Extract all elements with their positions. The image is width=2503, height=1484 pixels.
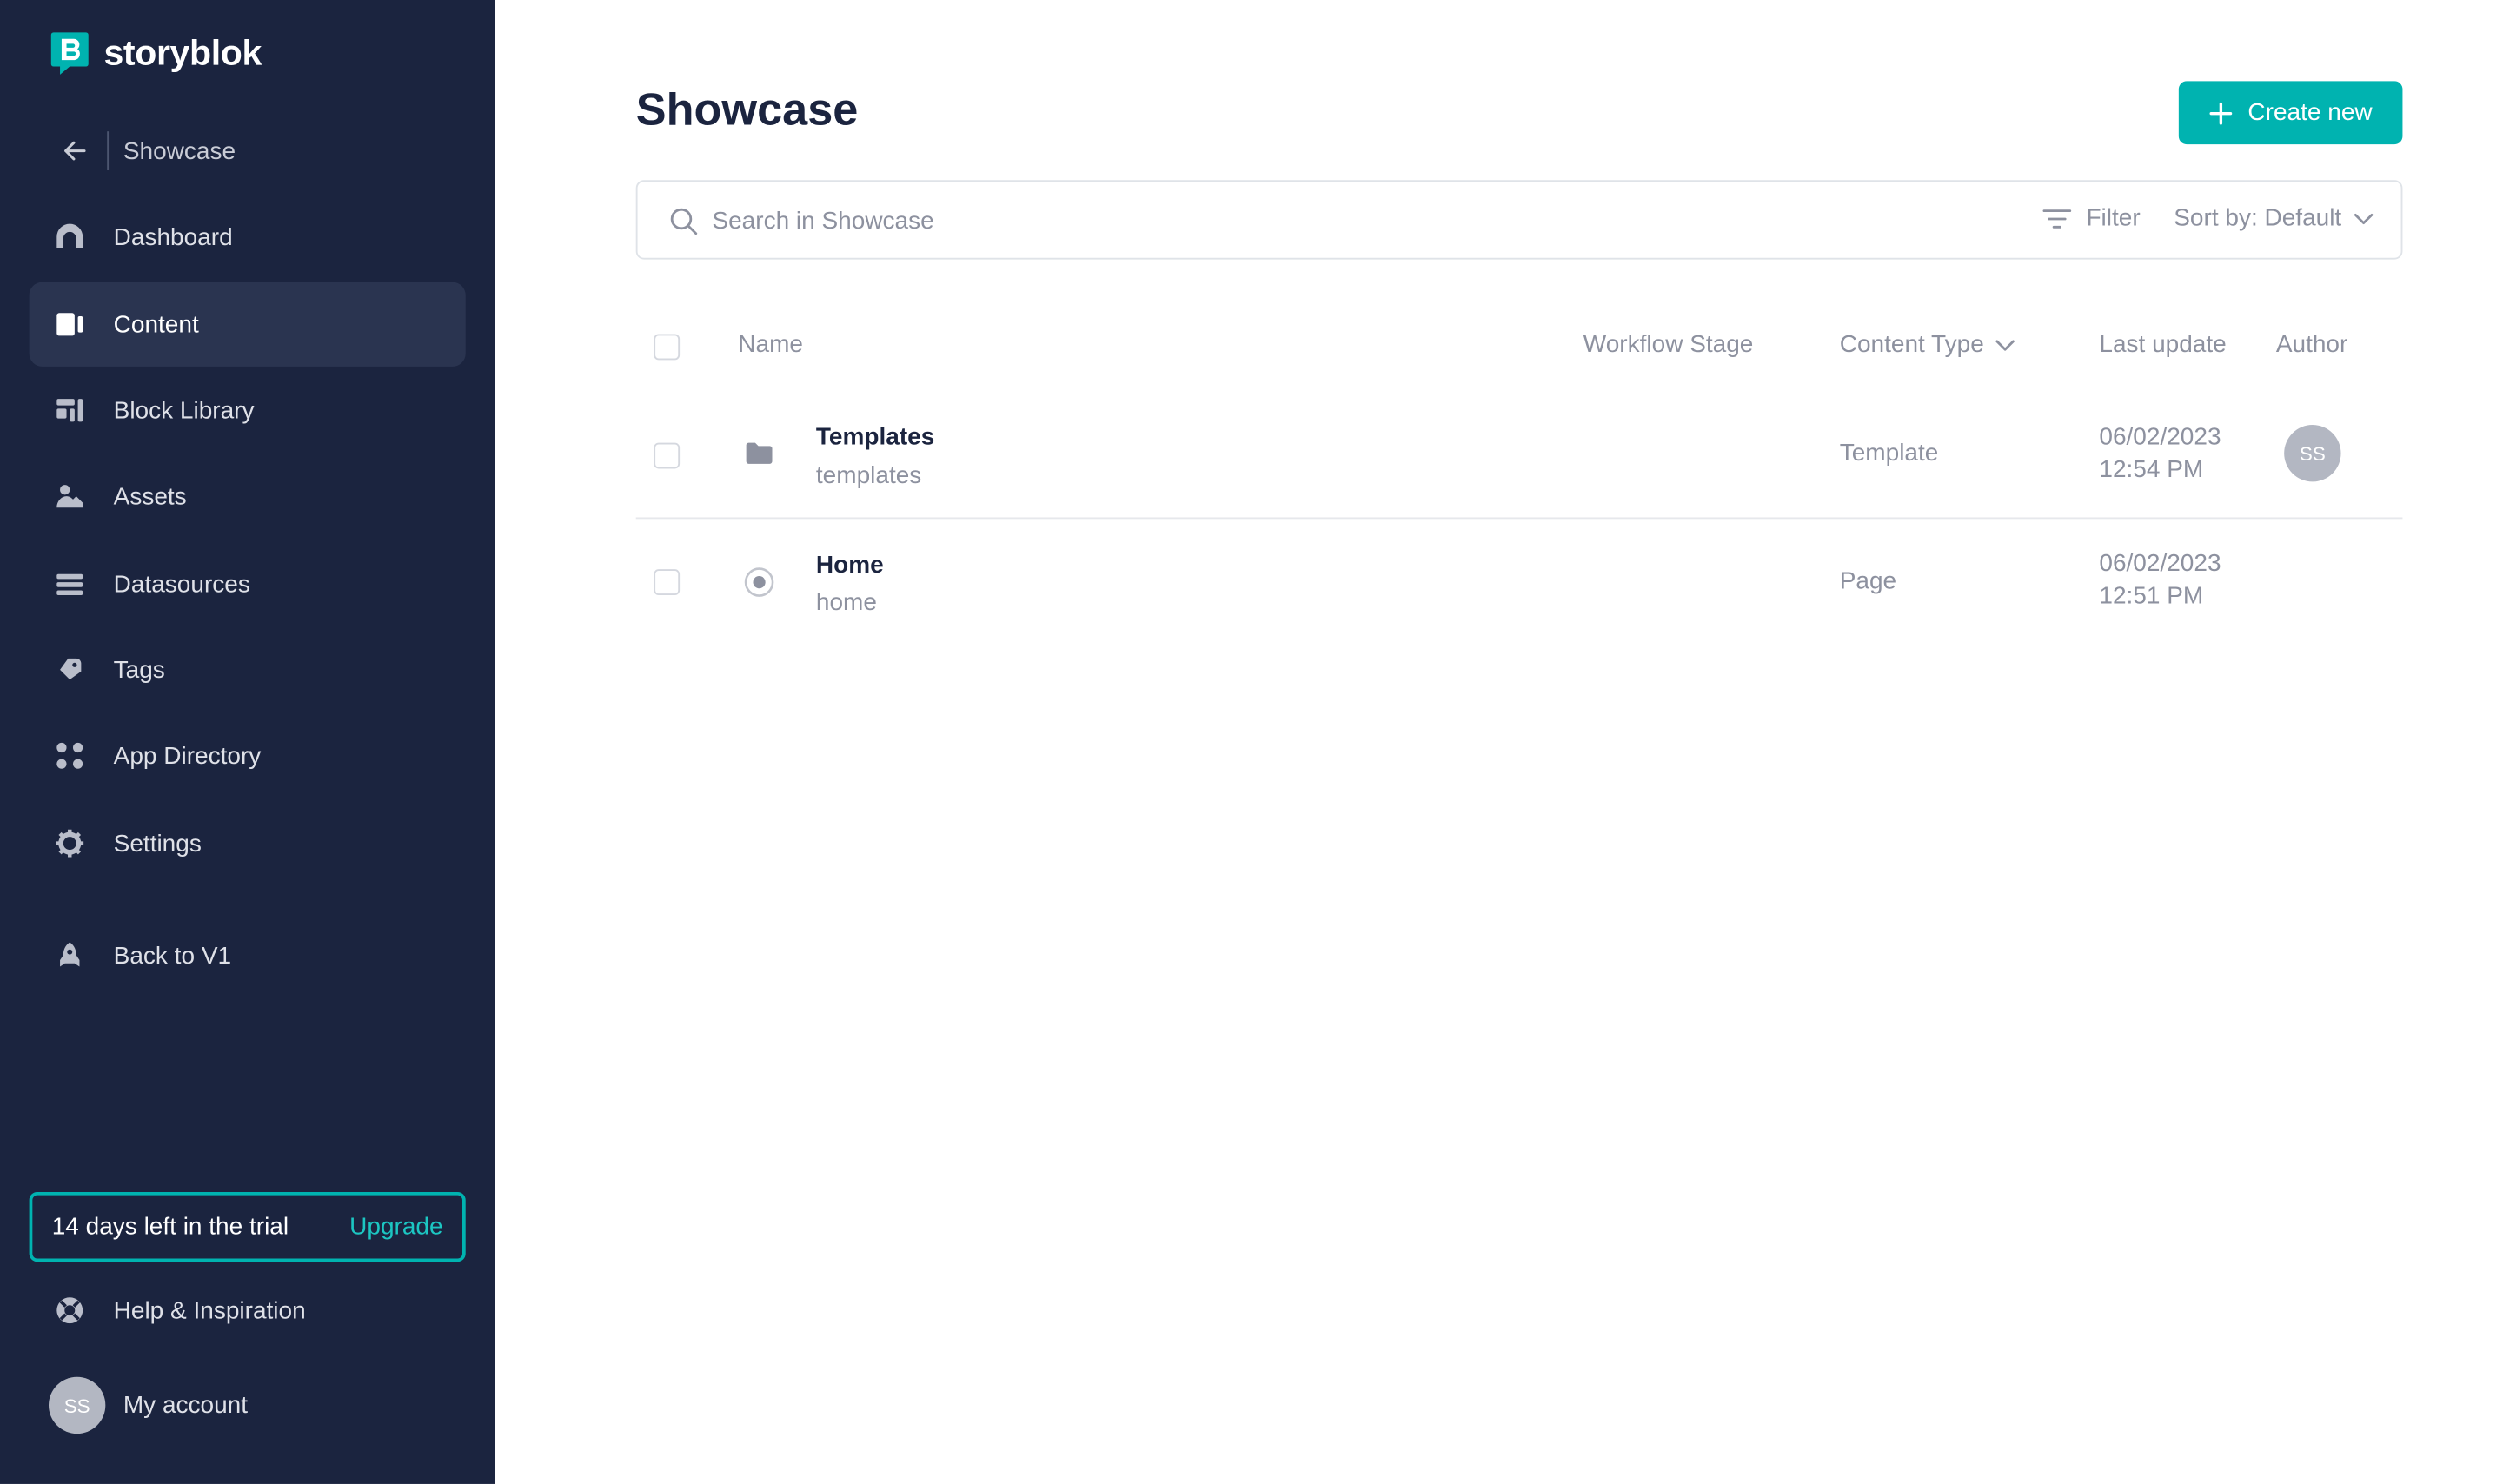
sidebar-item-label: Tags <box>113 656 165 684</box>
my-account-button[interactable]: SS My account <box>48 1376 249 1434</box>
sidebar-item-label: Settings <box>113 829 202 858</box>
arrow-left-icon <box>64 141 86 161</box>
sidebar-item-label: Dashboard <box>113 222 233 251</box>
avatar: SS <box>48 1376 106 1434</box>
story-icon <box>744 567 774 597</box>
plus-icon <box>2208 101 2232 124</box>
filter-label: Filter <box>2086 204 2141 232</box>
sidebar-item-datasources[interactable]: Datasources <box>30 541 466 626</box>
sidebar-item-label: Datasources <box>113 570 250 598</box>
content-icon <box>56 313 83 336</box>
sidebar-item-label: Back to V1 <box>113 941 232 970</box>
rocket-icon <box>60 942 80 967</box>
sidebar-item-back-to-v1[interactable]: Back to V1 <box>30 913 466 997</box>
row-checkbox[interactable] <box>654 569 681 596</box>
row-content-type: Template <box>1839 439 1939 467</box>
brand-logo[interactable]: storyblok <box>50 30 262 78</box>
gear-icon <box>56 829 84 858</box>
table-row[interactable]: Templates templates Template 06/02/2023 … <box>636 393 2403 520</box>
create-new-label: Create new <box>2247 98 2373 127</box>
sidebar-item-content[interactable]: Content <box>29 282 466 367</box>
table-row[interactable]: Home home Page 06/02/2023 12:51 PM <box>636 519 2403 646</box>
brand-name: storyblok <box>103 32 262 73</box>
column-header-name[interactable]: Name <box>738 331 803 359</box>
search-icon <box>670 208 698 235</box>
dashboard-icon <box>56 223 83 248</box>
row-name[interactable]: Templates <box>816 423 934 451</box>
storyblok-logo-icon <box>50 32 89 75</box>
column-header-label: Content Type <box>1839 330 1984 359</box>
sidebar-item-label: App Directory <box>113 741 262 770</box>
column-header-workflow-stage: Workflow Stage <box>1583 330 1754 359</box>
page-title: Showcase <box>635 84 859 135</box>
sidebar-item-tags[interactable]: Tags <box>30 627 466 712</box>
sidebar-item-assets[interactable]: Assets <box>30 454 466 539</box>
row-last-update: 06/02/2023 12:51 PM <box>2099 548 2221 613</box>
sidebar-item-label: Assets <box>113 482 187 511</box>
row-slug: home <box>815 588 877 617</box>
chevron-down-icon <box>1995 339 2015 350</box>
back-to-space-button[interactable]: Showcase <box>62 129 236 172</box>
sidebar-item-dashboard[interactable]: Dashboard <box>30 195 466 279</box>
assets-icon <box>56 485 83 508</box>
column-header-author: Author <box>2275 330 2348 359</box>
sidebar-item-settings[interactable]: Settings <box>30 801 466 885</box>
datasources-icon <box>56 573 83 596</box>
sidebar-item-block-library[interactable]: Block Library <box>30 368 466 453</box>
sort-label: Sort by: Default <box>2174 204 2342 232</box>
tag-icon <box>60 658 82 680</box>
filter-button[interactable]: Filter <box>2042 204 2141 232</box>
row-date: 06/02/2023 <box>2099 423 2221 451</box>
chevron-down-icon <box>2354 212 2374 224</box>
search-bar: Filter Sort by: Default <box>635 180 2403 260</box>
trial-banner: 14 days left in the trial Upgrade <box>29 1191 466 1262</box>
row-checkbox[interactable] <box>654 442 681 469</box>
row-date: 06/02/2023 <box>2099 549 2221 578</box>
row-name[interactable]: Home <box>816 552 884 580</box>
sidebar: storyblok Showcase Dashboard Content Blo… <box>0 0 495 1484</box>
row-last-update: 06/02/2023 12:54 PM <box>2099 421 2221 487</box>
sidebar-item-label: Content <box>113 310 199 339</box>
column-header-last-update[interactable]: Last update <box>2099 331 2226 359</box>
folder-icon <box>746 442 773 464</box>
select-all-checkbox[interactable] <box>654 334 681 361</box>
sidebar-item-app-directory[interactable]: App Directory <box>30 713 466 798</box>
column-header-content-type[interactable]: Content Type <box>1840 331 2015 359</box>
author-avatar: SS <box>2284 425 2341 482</box>
trial-text: 14 days left in the trial <box>51 1213 289 1241</box>
row-time: 12:54 PM <box>2099 455 2204 484</box>
search-input[interactable] <box>712 201 1978 241</box>
sort-dropdown[interactable]: Sort by: Default <box>2174 204 2374 232</box>
upgrade-link[interactable]: Upgrade <box>349 1213 442 1241</box>
sidebar-item-label: Help & Inspiration <box>113 1296 306 1325</box>
lifebuoy-icon <box>56 1297 83 1324</box>
row-content-type: Page <box>1839 567 1897 596</box>
row-time: 12:51 PM <box>2099 582 2204 610</box>
block-library-icon <box>56 399 83 422</box>
row-slug: templates <box>815 461 922 490</box>
filter-icon <box>2042 209 2072 228</box>
sidebar-item-label: Block Library <box>113 396 255 425</box>
app-directory-icon <box>56 742 83 769</box>
my-account-label: My account <box>123 1391 249 1420</box>
create-new-button[interactable]: Create new <box>2178 81 2403 145</box>
divider <box>107 131 110 170</box>
sidebar-item-help[interactable]: Help & Inspiration <box>30 1269 466 1353</box>
space-name: Showcase <box>123 136 236 165</box>
